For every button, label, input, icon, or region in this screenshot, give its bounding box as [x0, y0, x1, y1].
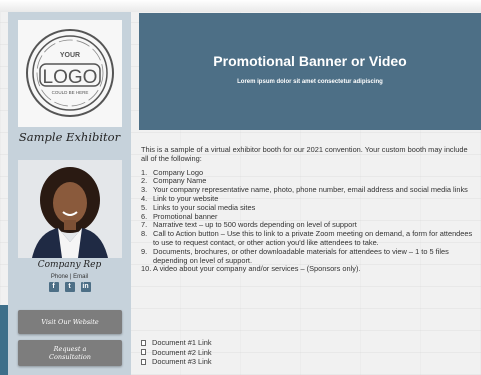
banner-subtitle: Lorem ipsum dolor sit amet consectetur a… [237, 79, 383, 85]
exhibitor-name: Sample Exhibitor [18, 130, 121, 144]
document-icon [141, 339, 146, 346]
feature-list: 1. Company Logo 2. Company Name 3. Your com… [141, 168, 473, 275]
promotional-banner[interactable]: Promotional Banner or Video Lorem ipsum … [139, 13, 481, 130]
rep-name: Company Rep [37, 260, 102, 270]
logo-line2: LOGO [43, 67, 98, 88]
left-accent-strip [0, 305, 8, 375]
consult-label-line1: Request a [53, 345, 87, 353]
list-item: 8. Call to Action button – Use this to li… [141, 229, 473, 247]
document-icon [141, 349, 146, 356]
document-link-1[interactable]: Document #1 Link [141, 338, 341, 348]
document-icon [141, 358, 146, 365]
company-logo: YOUR LOGO COULD BE HERE [18, 20, 122, 127]
banner-title: Promotional Banner or Video [213, 53, 407, 69]
document-link-3[interactable]: Document #3 Link [141, 357, 341, 367]
exhibitor-sidebar: YOUR LOGO COULD BE HERE Sample Exhibitor… [8, 12, 131, 375]
list-item: 9. Documents, brochures, or other downloa… [141, 246, 449, 265]
twitter-icon[interactable]: t [64, 282, 75, 292]
social-links: f t in [8, 282, 131, 294]
logo-graphic: YOUR LOGO COULD BE HERE [26, 29, 114, 117]
document-links: Document #1 Link Document #2 Link Docume… [141, 338, 341, 367]
visit-website-button[interactable]: Visit Our Website [18, 310, 122, 334]
top-bar [0, 0, 481, 12]
facebook-icon[interactable]: f [48, 282, 59, 292]
intro-text: This is a sample of a virtual exhibitor … [141, 145, 468, 163]
rep-contact-links[interactable]: Phone | Email [8, 274, 131, 280]
request-consultation-button[interactable]: Request a Consultation [18, 340, 122, 366]
logo-line3: COULD BE HERE [52, 90, 89, 95]
visit-website-label: Visit Our Website [41, 318, 99, 326]
linkedin-icon[interactable]: in [80, 282, 91, 292]
document-link-2[interactable]: Document #2 Link [141, 348, 341, 358]
consult-label-line2: Consultation [49, 353, 91, 361]
rep-photo [18, 160, 122, 258]
list-item: 10. A video about your company and/or ser… [141, 264, 361, 274]
logo-line1: YOUR [60, 52, 80, 59]
booth-description: This is a sample of a virtual exhibitor … [141, 145, 473, 275]
